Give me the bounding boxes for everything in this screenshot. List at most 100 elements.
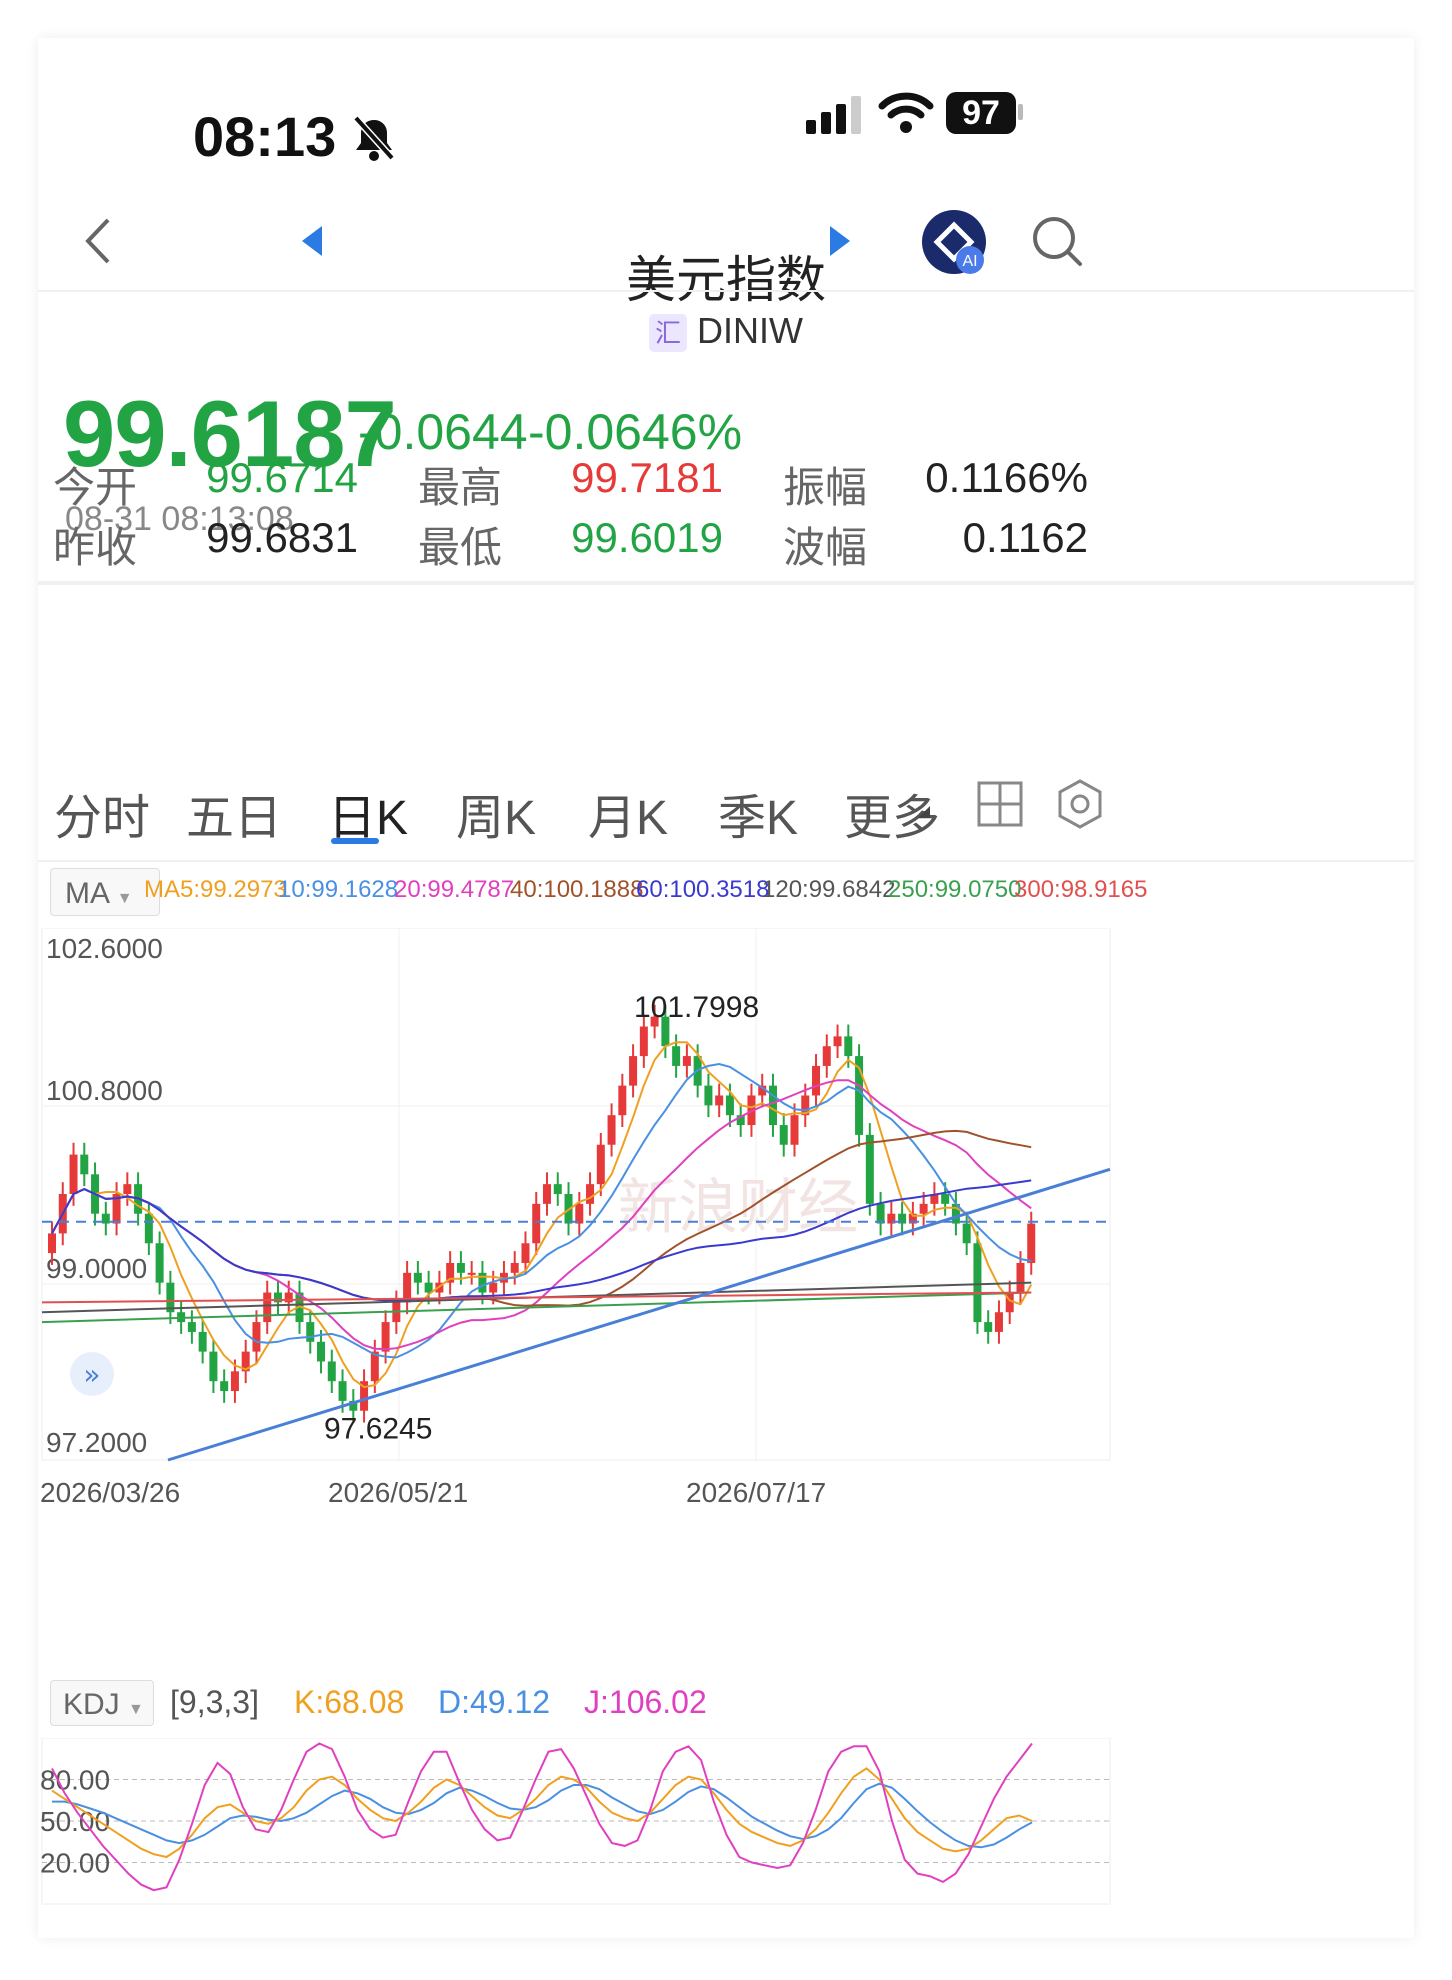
candle-body [575,1203,584,1224]
fx-badge: 汇 [649,314,687,353]
candle-body [467,1272,476,1275]
y-tick-label: 100.8000 [46,1075,163,1106]
candle-body [456,1262,465,1273]
kdj-d-value: D:49.12 [438,1684,551,1720]
candle-body [230,1371,239,1392]
candle-body [725,1095,734,1116]
candle-body [876,1203,885,1224]
tab-monthly-k[interactable]: 月K [588,778,668,848]
symbol-line: 汇 DINIW [38,310,1414,353]
candle-body [478,1272,487,1293]
high-annotation: 101.7998 [634,991,759,1024]
kdj-chart[interactable]: 80.0050.0020.00 [38,1738,1414,1938]
candle-body [413,1272,422,1283]
x-tick-label: 2026/07/17 [686,1477,826,1508]
divider [38,581,1414,585]
candle-body [822,1046,831,1066]
ma-legend-item: 60:100.3518 [636,876,770,903]
wifi-icon [878,92,934,133]
ma-legend-item: 20:99.4787 [394,876,515,903]
candle-body [317,1341,326,1362]
stat-label: 波幅 [783,524,868,571]
candle-body [586,1184,595,1204]
y-tick-label: 99.0000 [46,1253,147,1284]
kdj-k-line [51,1767,1033,1859]
stat-value: 99.6019 [571,514,723,561]
tab-intraday[interactable]: 分时 [54,778,150,848]
candle-body [682,1056,691,1066]
candle-body [69,1154,78,1194]
page-title: 美元指数 [626,252,826,308]
y-tick-label: 80.00 [40,1765,110,1796]
bell-muted-icon [353,115,395,161]
kdj-j-line [51,1742,1033,1892]
price-change: -0.0644 [358,404,528,460]
candle-body [833,1036,842,1047]
caret-down-icon: ▼ [116,890,133,907]
candle-body [198,1331,207,1352]
candle-body [80,1154,89,1175]
candle-body [962,1223,971,1244]
candle-body [779,1125,788,1145]
status-time: 08:13 [193,104,396,169]
candle-body [1027,1223,1036,1263]
kdj-selector[interactable]: KDJ ▼ [50,1680,154,1726]
candle-body [220,1381,229,1392]
candle-body [768,1085,777,1126]
kdj-j-value: J:106.02 [584,1684,707,1720]
watermark: 新浪财经 [618,1174,858,1241]
more-caret-icon [918,806,930,818]
search-icon[interactable] [1030,214,1086,270]
candle-body [618,1085,627,1116]
candle-body [48,1233,56,1254]
candle-body [532,1203,541,1244]
candle-body [865,1134,874,1204]
ma-legend-item: MA5:99.2973 [144,876,287,903]
divider [38,860,1414,862]
tab-five-day[interactable]: 五日 [186,778,282,848]
ma-legend-item: 250:99.0750 [888,876,1022,903]
x-tick-label: 2026/05/21 [328,1477,468,1508]
candle-body [973,1243,982,1323]
x-tick-label: 2026/03/26 [40,1477,180,1508]
tab-quarterly-k[interactable]: 季K [718,778,798,848]
candle-body [715,1095,724,1106]
tab-weekly-k[interactable]: 周K [456,778,536,848]
divider [38,290,1414,292]
svg-text:AI: AI [962,253,977,270]
low-annotation: 97.6245 [324,1413,432,1446]
candle-body [543,1184,551,1204]
kdj-params: [9,3,3] [170,1684,259,1720]
candle-body [790,1115,799,1145]
settings-icon[interactable] [1054,778,1106,830]
layout-grid-icon[interactable] [976,780,1024,828]
stat-label: 昨收 [53,524,138,571]
candle-body [629,1056,638,1086]
candle-body [338,1381,347,1401]
stat-label: 最高 [418,464,503,511]
candle-body [553,1184,562,1194]
kdj-selector-label: KDJ [63,1688,120,1721]
candle-body [263,1292,272,1323]
candle-body [596,1144,605,1185]
ai-assistant-icon[interactable]: AI [920,208,992,280]
candle-body [489,1282,498,1293]
phone-screen: 08:13 97 美元指数 汇 DINIW AI 99.6187 -0.0644… [38,38,1414,1938]
price-change-pct: -0.0646% [528,404,743,460]
stat-label: 最低 [418,524,503,571]
candle-body [704,1085,713,1106]
y-tick-label: 97.2000 [46,1427,147,1458]
candle-body [639,1026,648,1057]
signal-icon [806,96,861,134]
next-arrow-icon[interactable] [828,224,852,258]
stat-value: 0.1166% [925,454,1088,501]
candlestick-chart[interactable]: 新浪财经 102.6000 100.8000 99.0000 97.2000 101.79… [38,928,1414,1618]
candle-body [1016,1262,1025,1293]
candle-body [123,1184,132,1194]
candle-body [155,1243,164,1283]
candle-body [209,1351,218,1382]
candle-body [187,1322,196,1332]
stat-label: 今开 [53,464,138,511]
candle-body [101,1213,110,1224]
candle-body [510,1262,519,1273]
